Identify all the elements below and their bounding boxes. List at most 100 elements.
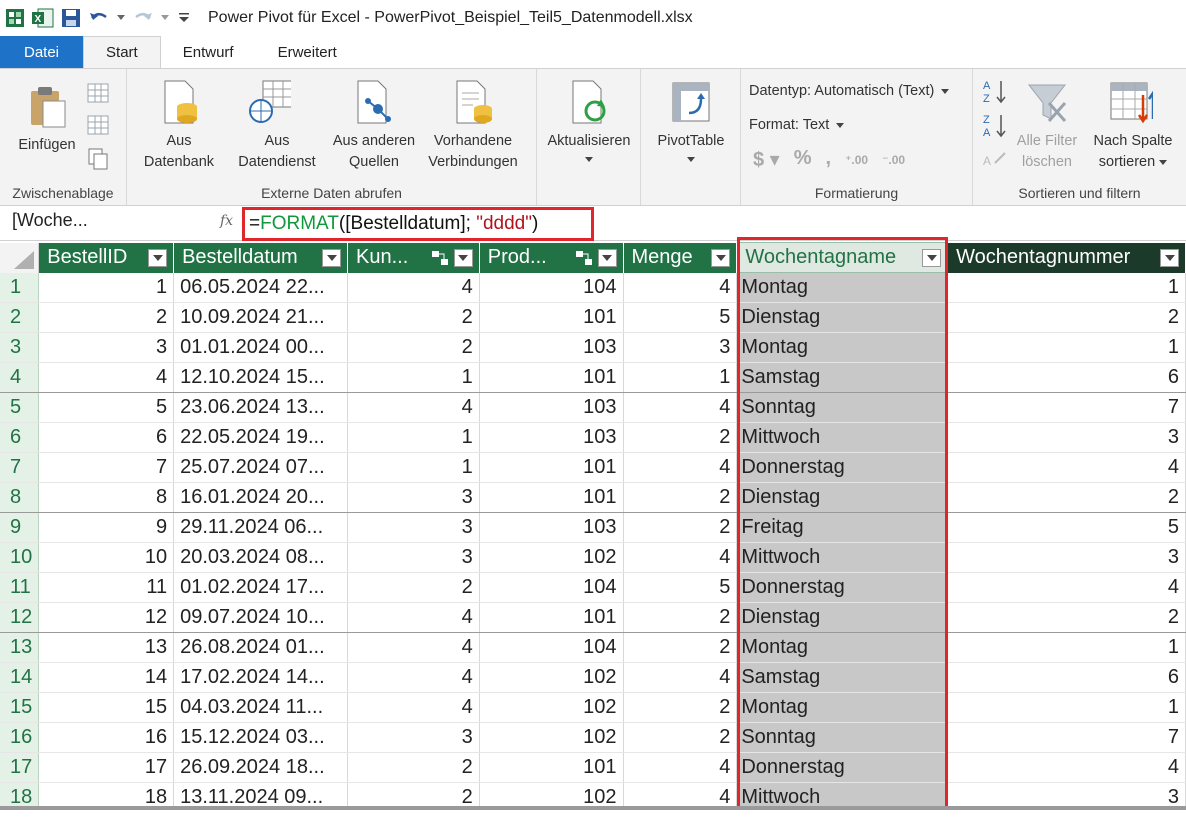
- undo-icon[interactable]: [88, 7, 110, 29]
- cell-produkt[interactable]: 102: [479, 542, 624, 573]
- undo-dropdown-icon[interactable]: [116, 7, 126, 29]
- cell-bestelldatum[interactable]: 26.08.2024 01...: [173, 632, 349, 663]
- from-database-button[interactable]: Aus Datenbank: [129, 79, 229, 173]
- sort-by-column-button[interactable]: Nach Spalte sortieren: [1083, 79, 1183, 173]
- cell-wochentagnummer[interactable]: 1: [947, 632, 1186, 663]
- cell-menge[interactable]: 2: [623, 722, 738, 753]
- tab-start[interactable]: Start: [83, 36, 161, 68]
- currency-icon[interactable]: $ ▾: [753, 147, 780, 172]
- cut-table-icon[interactable]: [86, 113, 110, 137]
- cell-wochentagname[interactable]: Donnerstag: [736, 752, 949, 783]
- column-header-bestelldatum[interactable]: Bestelldatum: [173, 242, 349, 273]
- cell-wochentagname[interactable]: Samstag: [736, 362, 949, 393]
- cell-produkt[interactable]: 102: [479, 722, 624, 753]
- customize-toolbar-icon[interactable]: [176, 7, 192, 29]
- cell-bestelldatum[interactable]: 10.09.2024 21...: [173, 302, 349, 333]
- cell-kunde[interactable]: 1: [347, 422, 480, 453]
- thousands-separator-icon[interactable]: ,: [826, 147, 832, 172]
- table-row[interactable]: 4 4 12.10.2024 15... 1 101 1 Samstag 6: [0, 362, 1186, 393]
- cell-wochentagnummer[interactable]: 1: [947, 332, 1186, 363]
- cell-wochentagnummer[interactable]: 3: [947, 422, 1186, 453]
- cell-wochentagnummer[interactable]: 5: [947, 512, 1186, 543]
- cell-wochentagname[interactable]: Montag: [736, 332, 949, 363]
- table-row[interactable]: 2 2 10.09.2024 21... 2 101 5 Dienstag 2: [0, 302, 1186, 333]
- cell-bestelldatum[interactable]: 25.07.2024 07...: [173, 452, 349, 483]
- redo-dropdown-icon[interactable]: [160, 7, 170, 29]
- row-number[interactable]: 8: [0, 482, 40, 513]
- cell-bestelldatum[interactable]: 26.09.2024 18...: [173, 752, 349, 783]
- row-number[interactable]: 15: [0, 692, 40, 723]
- cell-produkt[interactable]: 102: [479, 662, 624, 693]
- cell-kunde[interactable]: 3: [347, 482, 480, 513]
- pivottable-dropdown-icon[interactable]: [647, 152, 735, 166]
- cell-bestellid[interactable]: 7: [38, 452, 175, 483]
- copy-table-icon[interactable]: [86, 81, 110, 105]
- cell-kunde[interactable]: 4: [347, 392, 480, 423]
- cell-bestelldatum[interactable]: 09.07.2024 10...: [173, 602, 349, 633]
- cell-kunde[interactable]: 4: [347, 632, 480, 663]
- cell-bestellid[interactable]: 8: [38, 482, 175, 513]
- cell-wochentagname[interactable]: Samstag: [736, 662, 949, 693]
- filter-dropdown-icon[interactable]: [1160, 248, 1179, 267]
- cell-menge[interactable]: 2: [623, 602, 738, 633]
- format-dropdown[interactable]: Format: Text: [749, 117, 845, 133]
- cell-bestellid[interactable]: 15: [38, 692, 175, 723]
- table-row[interactable]: 9 9 29.11.2024 06... 3 103 2 Freitag 5: [0, 512, 1186, 543]
- filter-dropdown-icon[interactable]: [148, 248, 168, 267]
- column-header-wochentagname[interactable]: Wochentagname: [736, 242, 949, 273]
- cell-bestellid[interactable]: 2: [38, 302, 175, 333]
- cell-kunde[interactable]: 1: [347, 362, 480, 393]
- tab-entwurf[interactable]: Entwurf: [161, 36, 256, 68]
- redo-icon[interactable]: [132, 7, 154, 29]
- cell-menge[interactable]: 5: [623, 572, 738, 603]
- cell-bestelldatum[interactable]: 01.01.2024 00...: [173, 332, 349, 363]
- cell-wochentagnummer[interactable]: 4: [947, 452, 1186, 483]
- cell-menge[interactable]: 2: [623, 422, 738, 453]
- row-number[interactable]: 11: [0, 572, 40, 603]
- increase-decimal-icon[interactable]: ⁺.00: [845, 147, 868, 172]
- cell-menge[interactable]: 2: [623, 482, 738, 513]
- cell-wochentagname[interactable]: Sonntag: [736, 722, 949, 753]
- cell-bestellid[interactable]: 3: [38, 332, 175, 363]
- table-row[interactable]: 14 14 17.02.2024 14... 4 102 4 Samstag 6: [0, 662, 1186, 693]
- datatype-dropdown[interactable]: Datentyp: Automatisch (Text): [749, 83, 950, 99]
- cell-bestellid[interactable]: 1: [38, 272, 175, 303]
- cell-wochentagname[interactable]: Dienstag: [736, 482, 949, 513]
- cell-wochentagname[interactable]: Montag: [736, 272, 949, 303]
- cell-menge[interactable]: 2: [623, 632, 738, 663]
- existing-connections-button[interactable]: Vorhandene Verbindungen: [421, 79, 525, 173]
- filter-dropdown-icon[interactable]: [711, 248, 731, 267]
- cell-bestelldatum[interactable]: 20.03.2024 08...: [173, 542, 349, 573]
- cell-bestellid[interactable]: 11: [38, 572, 175, 603]
- cell-wochentagnummer[interactable]: 2: [947, 482, 1186, 513]
- row-number[interactable]: 2: [0, 302, 40, 333]
- cell-produkt[interactable]: 101: [479, 452, 624, 483]
- cell-menge[interactable]: 3: [623, 332, 738, 363]
- decrease-decimal-icon[interactable]: ⁻.00: [882, 147, 905, 172]
- row-number[interactable]: 6: [0, 422, 40, 453]
- table-row[interactable]: 1 1 06.05.2024 22... 4 104 4 Montag 1: [0, 272, 1186, 303]
- cell-kunde[interactable]: 2: [347, 302, 480, 333]
- row-number[interactable]: 16: [0, 722, 40, 753]
- row-number[interactable]: 10: [0, 542, 40, 573]
- column-header-bestellid[interactable]: BestellID: [38, 242, 175, 273]
- cell-menge[interactable]: 2: [623, 692, 738, 723]
- cell-wochentagname[interactable]: Mittwoch: [736, 542, 949, 573]
- cell-wochentagnummer[interactable]: 7: [947, 392, 1186, 423]
- cell-wochentagnummer[interactable]: 4: [947, 752, 1186, 783]
- cell-produkt[interactable]: 103: [479, 512, 624, 543]
- cell-kunde[interactable]: 4: [347, 692, 480, 723]
- cell-wochentagnummer[interactable]: 6: [947, 662, 1186, 693]
- from-other-sources-button[interactable]: Aus anderen Quellen: [327, 79, 421, 173]
- table-row[interactable]: 11 11 01.02.2024 17... 2 104 5 Donnerstag 4: [0, 572, 1186, 603]
- sort-by-column-chevron-icon[interactable]: [1159, 160, 1168, 166]
- row-number[interactable]: 3: [0, 332, 40, 363]
- paste-button[interactable]: Einfügen: [8, 83, 86, 156]
- cell-bestellid[interactable]: 6: [38, 422, 175, 453]
- cell-wochentagnummer[interactable]: 1: [947, 692, 1186, 723]
- pivottable-button[interactable]: PivotTable: [647, 79, 735, 166]
- cell-menge[interactable]: 2: [623, 512, 738, 543]
- from-data-service-button[interactable]: Aus Datendienst: [227, 79, 327, 173]
- cell-bestelldatum[interactable]: 17.02.2024 14...: [173, 662, 349, 693]
- cell-produkt[interactable]: 104: [479, 572, 624, 603]
